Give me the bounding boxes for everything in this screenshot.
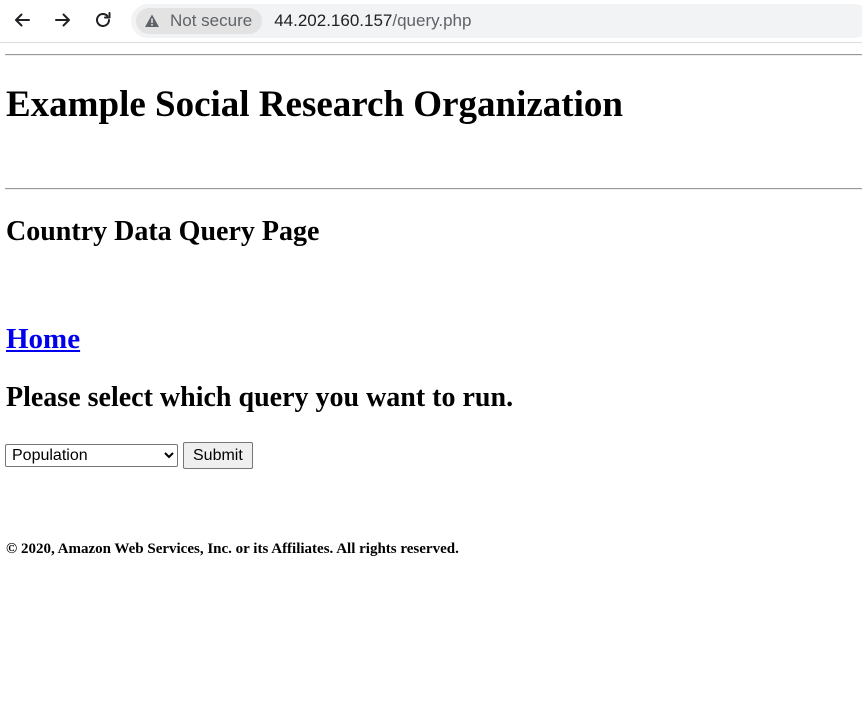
- forward-button[interactable]: [49, 6, 77, 34]
- home-link[interactable]: Home: [6, 323, 80, 356]
- back-arrow-icon: [15, 13, 30, 27]
- copyright-footer: © 2020, Amazon Web Services, Inc. or its…: [6, 541, 459, 557]
- security-label: Not secure: [170, 11, 253, 30]
- page-title: Country Data Query Page: [6, 216, 320, 247]
- security-indicator[interactable]: Not secure: [136, 8, 263, 34]
- query-prompt: Please select which query you want to ru…: [6, 382, 514, 413]
- url-path: /query.php: [392, 11, 472, 30]
- back-button[interactable]: [8, 6, 36, 34]
- warning-triangle-icon: [145, 14, 159, 27]
- url-host: 44.202.160.157: [274, 11, 393, 30]
- submit-button[interactable]: Submit: [183, 442, 253, 469]
- query-select[interactable]: Population: [5, 444, 178, 467]
- top-divider: [5, 54, 862, 56]
- header-divider: [5, 188, 862, 190]
- organization-title: Example Social Research Organization: [6, 84, 623, 125]
- reload-button[interactable]: [89, 6, 117, 34]
- address-bar[interactable]: Not secure 44.202.160.157/query.php: [131, 4, 862, 38]
- reload-icon: [96, 12, 111, 27]
- toolbar-divider: [0, 42, 862, 43]
- forward-arrow-icon: [55, 13, 70, 27]
- browser-toolbar: Not secure 44.202.160.157/query.php: [0, 0, 862, 42]
- url-text[interactable]: 44.202.160.157/query.php: [274, 11, 471, 31]
- query-form: Population Submit: [5, 442, 253, 469]
